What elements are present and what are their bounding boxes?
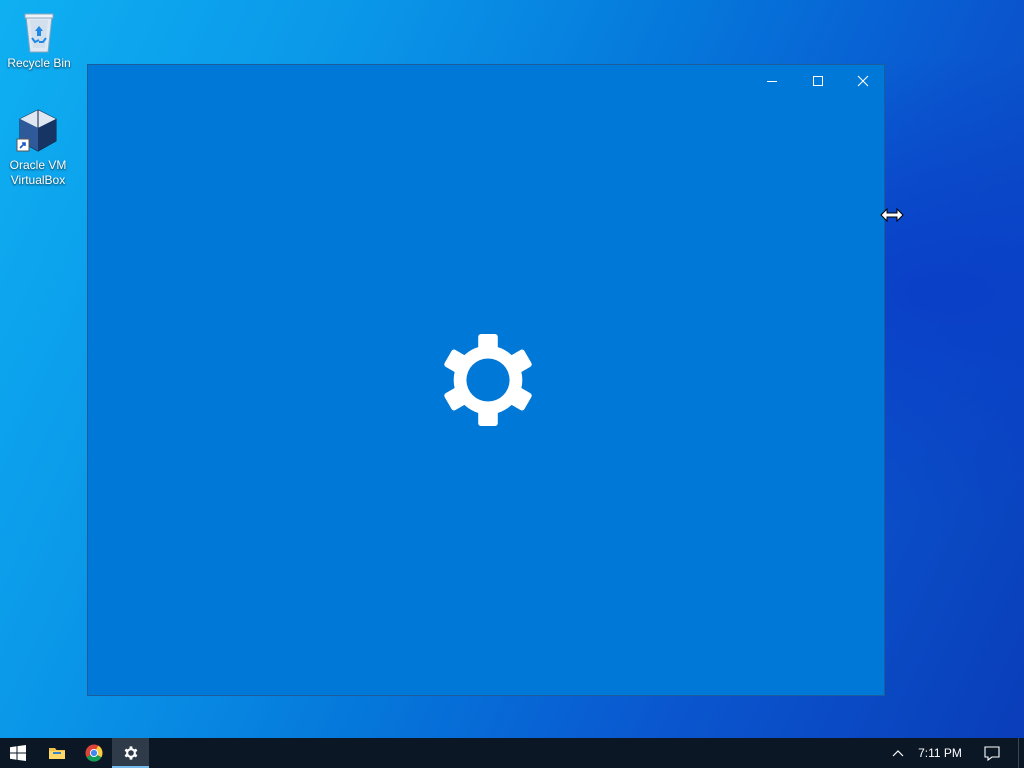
show-hidden-icons-button[interactable] bbox=[884, 738, 912, 768]
desktop-icon-label: Oracle VM bbox=[9, 158, 67, 172]
recycle-bin-icon bbox=[24, 13, 54, 53]
close-button[interactable] bbox=[840, 65, 886, 97]
minimize-button[interactable] bbox=[749, 65, 795, 97]
clock[interactable]: 7:11 PM bbox=[912, 738, 968, 768]
chrome-icon bbox=[85, 744, 103, 762]
maximize-button[interactable] bbox=[795, 65, 841, 97]
minimize-icon bbox=[767, 81, 777, 82]
settings-taskbar-button[interactable] bbox=[112, 738, 149, 768]
taskbar: 7:11 PM bbox=[0, 738, 1024, 768]
settings-window[interactable] bbox=[87, 64, 885, 696]
notification-icon bbox=[984, 745, 1000, 761]
gear-icon bbox=[444, 333, 532, 427]
desktop-icon-label: Recycle Bin bbox=[7, 56, 71, 70]
file-explorer-button[interactable] bbox=[38, 738, 76, 768]
desktop-icon-virtualbox[interactable]: Oracle VM VirtualBox bbox=[0, 106, 76, 188]
start-button[interactable] bbox=[0, 738, 36, 768]
windows-logo-icon bbox=[10, 745, 26, 761]
chevron-up-icon bbox=[892, 750, 904, 757]
close-icon bbox=[857, 75, 869, 87]
action-center-button[interactable] bbox=[976, 738, 1008, 768]
desktop-icon-recycle-bin[interactable]: Recycle Bin bbox=[1, 8, 77, 71]
gear-icon bbox=[124, 746, 137, 760]
folder-icon bbox=[49, 748, 65, 759]
horizontal-resize-cursor bbox=[880, 208, 904, 222]
desktop-icon-label: VirtualBox bbox=[10, 173, 66, 187]
show-desktop-button[interactable] bbox=[1018, 738, 1024, 768]
maximize-icon bbox=[813, 76, 823, 86]
chrome-button[interactable] bbox=[76, 738, 112, 768]
desktop: Recycle Bin Oracle VM VirtualBox 7:11 PM bbox=[0, 0, 1024, 768]
virtualbox-icon bbox=[16, 109, 57, 152]
